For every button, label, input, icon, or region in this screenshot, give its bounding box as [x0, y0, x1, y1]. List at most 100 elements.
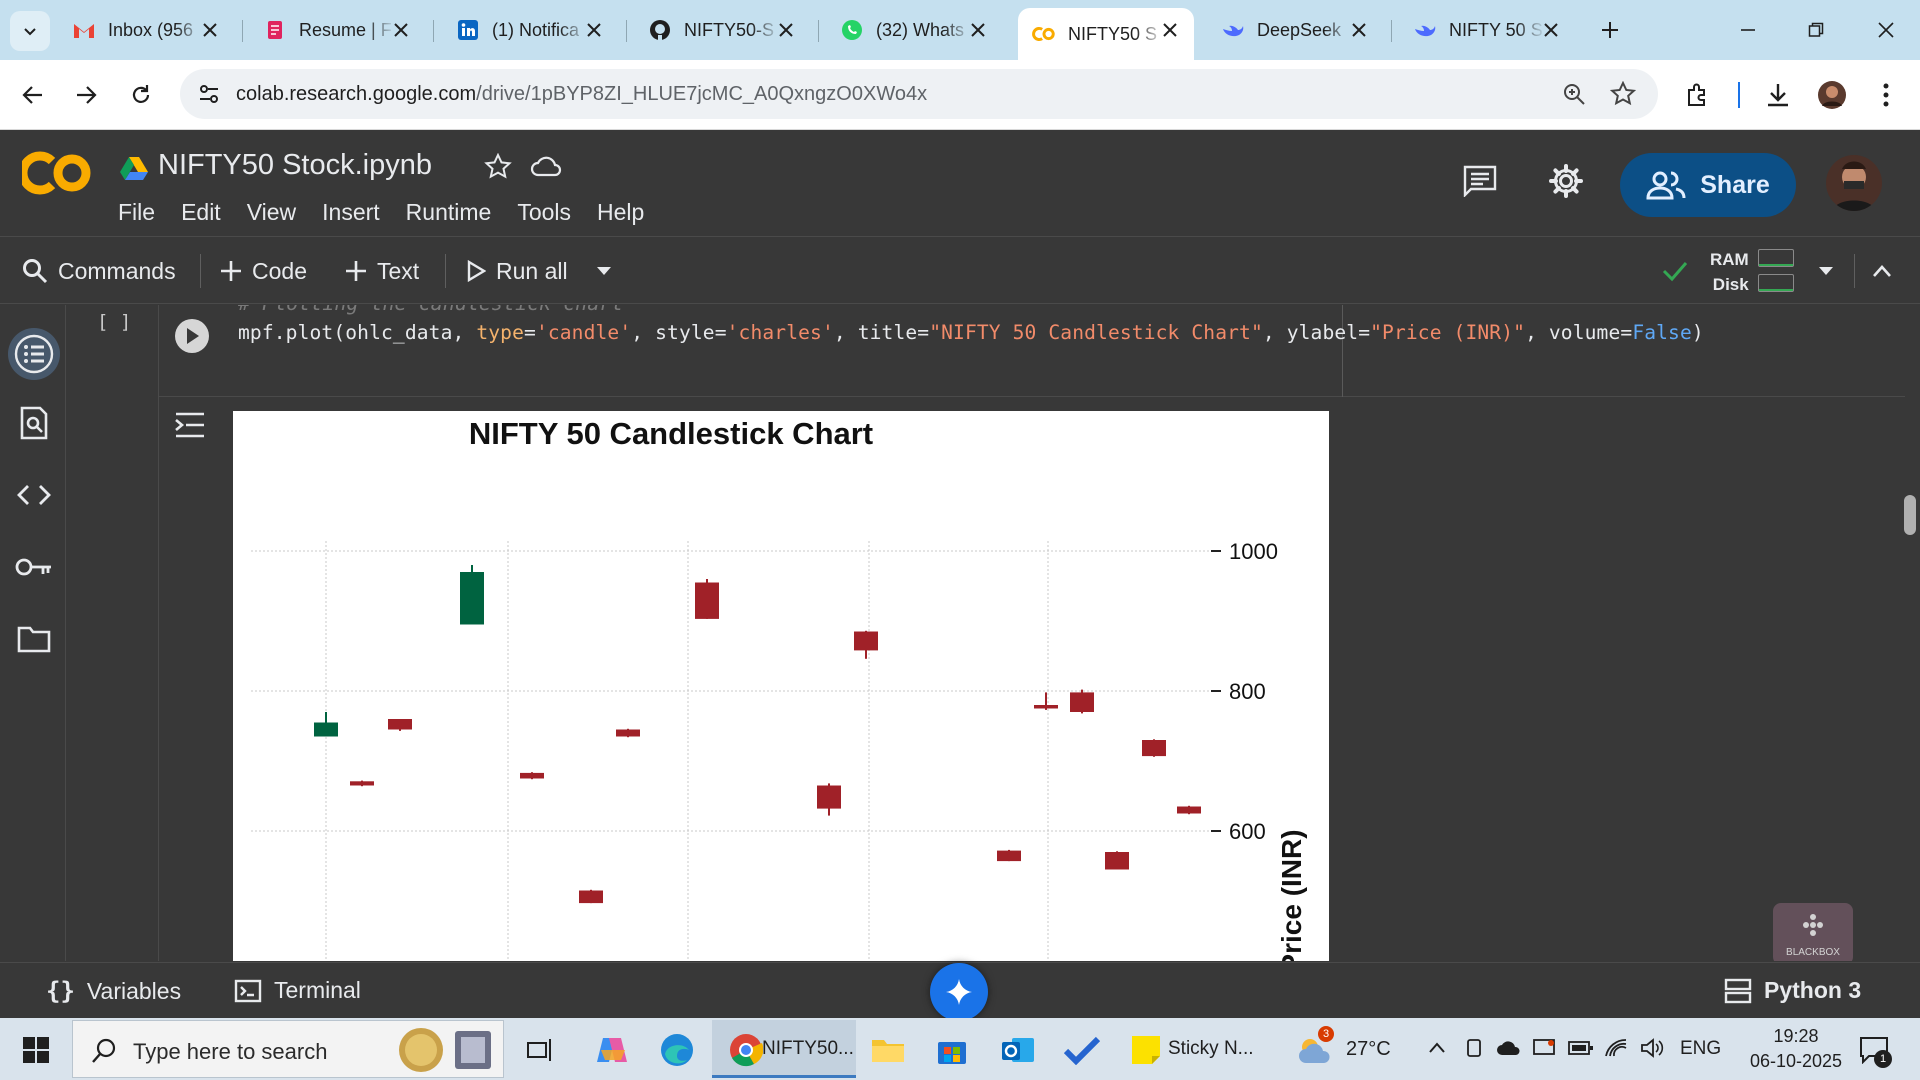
bookmark-star-icon[interactable] — [1610, 81, 1636, 107]
blackbox-widget[interactable]: BLACKBOX — [1773, 903, 1853, 961]
sticky-notes-button[interactable] — [1124, 1028, 1168, 1072]
code-snippets-button[interactable] — [8, 469, 60, 521]
share-label: Share — [1700, 170, 1770, 199]
colab-logo-icon[interactable] — [22, 151, 94, 195]
run-cell-button[interactable] — [175, 319, 209, 353]
add-text-button[interactable]: Text — [345, 252, 419, 290]
cloud-sync-icon[interactable] — [530, 153, 562, 181]
reload-button[interactable] — [123, 77, 159, 113]
back-button[interactable] — [15, 77, 51, 113]
collapse-header-button[interactable] — [1872, 252, 1902, 290]
files-button[interactable] — [8, 613, 60, 665]
chevron-up-icon[interactable] — [1428, 1042, 1446, 1054]
close-tab-icon[interactable] — [391, 20, 411, 40]
browser-tab[interactable]: Inbox (956 — [58, 8, 234, 52]
settings-button[interactable] — [1544, 159, 1588, 203]
input-language[interactable]: ENG — [1680, 1038, 1721, 1060]
outlook-button[interactable] — [996, 1028, 1040, 1072]
weather-temp: 27°C — [1346, 1038, 1391, 1060]
store-icon — [938, 1042, 966, 1064]
forward-button[interactable] — [68, 77, 104, 113]
y-tick-label: 1000 — [1229, 539, 1278, 564]
table-of-contents-button[interactable] — [8, 328, 60, 380]
code-cell[interactable]: # Plotting the candlestick chart mpf.plo… — [159, 305, 1905, 397]
close-window-button[interactable] — [1866, 10, 1906, 50]
zoom-icon[interactable] — [1562, 82, 1586, 106]
colab-statusbar: {} Variables Terminal Python 3 — [0, 962, 1920, 1021]
menu-edit[interactable]: Edit — [181, 199, 221, 226]
variables-button[interactable]: {} Variables — [46, 977, 181, 1005]
onedrive-icon[interactable] — [1496, 1040, 1522, 1056]
kernel-status[interactable]: Python 3 — [1724, 977, 1861, 1004]
profile-avatar-button[interactable] — [1814, 77, 1850, 113]
notifications-button[interactable] — [1852, 1028, 1896, 1072]
secrets-button[interactable] — [8, 541, 60, 593]
browser-tab[interactable]: NIFTY50-S — [634, 8, 810, 52]
add-code-button[interactable]: Code — [220, 252, 307, 290]
find-replace-button[interactable] — [8, 397, 60, 449]
notebook-title[interactable]: NIFTY50 Stock.ipynb — [158, 149, 432, 182]
comments-button[interactable] — [1458, 159, 1502, 203]
browser-tab[interactable]: (32) Whats — [826, 8, 1002, 52]
new-tab-button[interactable] — [1590, 10, 1630, 50]
minimize-button[interactable] — [1728, 10, 1768, 50]
account-avatar[interactable] — [1826, 155, 1882, 211]
wifi-icon[interactable] — [1604, 1038, 1628, 1058]
close-tab-icon[interactable] — [776, 20, 796, 40]
variables-label: Variables — [86, 977, 182, 1004]
connect-options-dropdown[interactable] — [1818, 252, 1844, 290]
battery-icon[interactable] — [1568, 1040, 1594, 1056]
tab-search-button[interactable] — [10, 11, 50, 51]
browser-tab[interactable]: NIFTY50 S — [1018, 8, 1194, 60]
todo-button[interactable] — [1060, 1028, 1104, 1072]
address-bar[interactable]: colab.research.google.com/drive/1pBYP8ZI… — [180, 69, 1658, 119]
close-tab-icon[interactable] — [584, 20, 604, 40]
output-actions-icon[interactable] — [174, 410, 206, 440]
code-line[interactable]: mpf.plot(ohlc_data, type='candle', style… — [238, 321, 1704, 344]
scrollbar-thumb[interactable] — [1904, 495, 1916, 535]
close-tab-icon[interactable] — [1349, 20, 1369, 40]
restore-button[interactable] — [1796, 10, 1836, 50]
star-icon[interactable] — [484, 153, 512, 181]
store-button[interactable] — [930, 1028, 974, 1072]
menu-help[interactable]: Help — [597, 199, 644, 226]
blackbox-icon — [1803, 914, 1823, 936]
gemini-button[interactable] — [930, 963, 988, 1021]
close-tab-icon[interactable] — [1541, 20, 1561, 40]
downloads-button[interactable] — [1760, 77, 1796, 113]
speaker-icon[interactable] — [1640, 1038, 1664, 1058]
close-tab-icon[interactable] — [1160, 20, 1180, 40]
sparkle-icon — [946, 979, 972, 1005]
run-all-button[interactable]: Run all — [466, 252, 568, 290]
file-explorer-button[interactable] — [866, 1028, 910, 1072]
menu-view[interactable]: View — [247, 199, 296, 226]
taskbar-search[interactable]: Type here to search — [72, 1020, 504, 1078]
run-options-dropdown[interactable] — [596, 252, 622, 290]
menu-file[interactable]: File — [118, 199, 155, 226]
terminal-button[interactable]: Terminal — [234, 977, 361, 1004]
menu-tools[interactable]: Tools — [517, 199, 571, 226]
edge-button[interactable] — [655, 1028, 699, 1072]
menu-runtime[interactable]: Runtime — [406, 199, 492, 226]
browser-tab[interactable]: Resume | F — [249, 8, 425, 52]
browser-tab[interactable]: NIFTY 50 S — [1399, 8, 1575, 52]
browser-menu-button[interactable] — [1868, 77, 1904, 113]
resource-monitor[interactable]: RAM Disk — [1710, 247, 1749, 297]
browser-tab[interactable]: DeepSeek — [1207, 8, 1383, 52]
task-view-button[interactable] — [518, 1028, 562, 1072]
display-icon[interactable] — [1532, 1038, 1556, 1058]
extensions-button[interactable] — [1680, 77, 1716, 113]
commands-button[interactable]: Commands — [22, 252, 176, 290]
meet-now-icon[interactable] — [1464, 1038, 1484, 1060]
menu-insert[interactable]: Insert — [322, 199, 380, 226]
browser-tab[interactable]: (1) Notifica — [442, 8, 618, 52]
start-button[interactable] — [14, 1028, 58, 1072]
close-tab-icon[interactable] — [968, 20, 988, 40]
code-token: , style= — [631, 321, 727, 344]
clock[interactable]: 19:28 06-10-2025 — [1740, 1024, 1852, 1074]
scrollbar-track[interactable] — [1905, 305, 1920, 961]
copilot-button[interactable] — [590, 1028, 634, 1072]
share-button[interactable]: Share — [1620, 153, 1796, 217]
close-tab-icon[interactable] — [200, 20, 220, 40]
candle-body — [1105, 852, 1129, 870]
